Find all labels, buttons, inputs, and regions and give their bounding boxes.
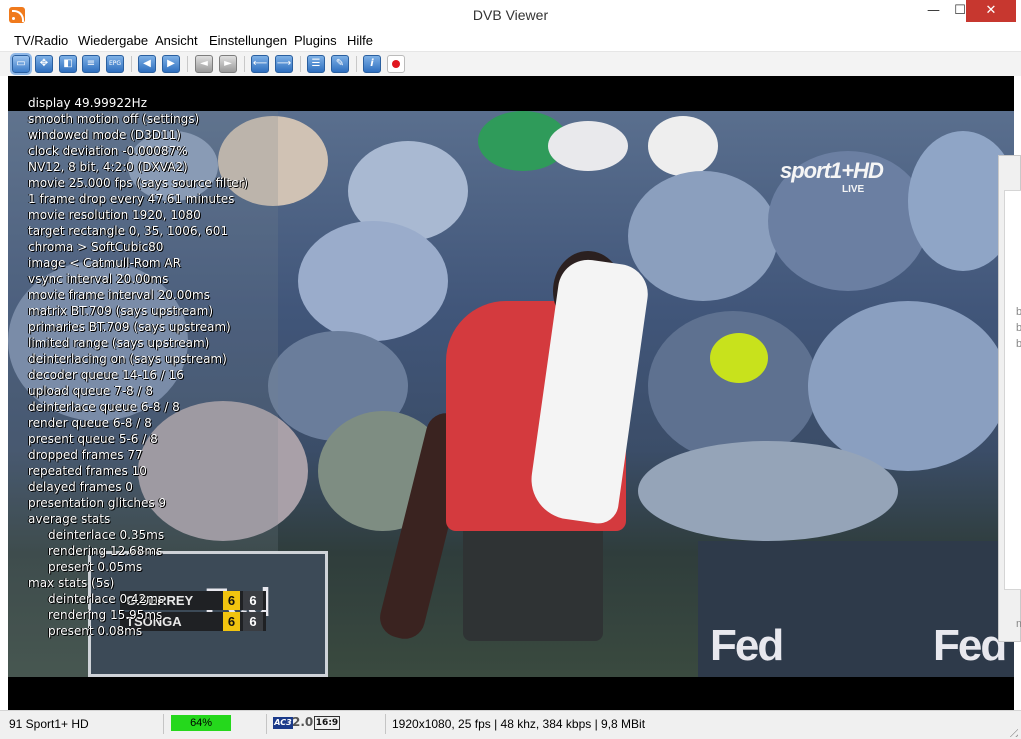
osd-line: rendering 12.68ms bbox=[48, 544, 163, 558]
audio-format-badge: AC3 bbox=[273, 717, 293, 729]
stream-info: 1920x1080, 25 fps | 48 khz, 384 kbps | 9… bbox=[392, 717, 646, 731]
tennis-ball bbox=[710, 333, 768, 383]
osd-line: presentation glitches 9 bbox=[28, 496, 167, 510]
status-divider bbox=[385, 714, 386, 734]
osd-line: windowed mode (D3D11) bbox=[28, 128, 181, 142]
osd-line: deinterlacing on (says upstream) bbox=[28, 352, 227, 366]
dialog-label: m bbox=[1016, 618, 1021, 630]
osd-line: present 0.08ms bbox=[48, 624, 143, 638]
osd-line: delayed frames 0 bbox=[28, 480, 133, 494]
osd-line: chroma > SoftCubic80 bbox=[28, 240, 164, 254]
next-channel-icon[interactable]: ▶ bbox=[162, 55, 180, 73]
osd-line: NV12, 8 bit, 4:2:0 (DXVA2) bbox=[28, 160, 188, 174]
menu-hilfe[interactable]: Hilfe bbox=[347, 33, 373, 48]
audio-channels: 2.0 bbox=[292, 715, 314, 729]
osd-line: dropped frames 77 bbox=[28, 448, 143, 462]
window-title: DVB Viewer bbox=[472, 7, 549, 23]
toolbar-separator bbox=[187, 56, 188, 72]
osd-line: movie frame interval 20.00ms bbox=[28, 288, 210, 302]
menu-einstellungen[interactable]: Einstellungen bbox=[209, 33, 287, 48]
aspect-ratio[interactable]: 16:9 bbox=[314, 716, 340, 730]
osd-line: deinterlace queue 6-8 / 8 bbox=[28, 400, 180, 414]
epg-icon[interactable]: EPG bbox=[106, 55, 124, 73]
osd-line: matrix BT.709 (says upstream) bbox=[28, 304, 214, 318]
info-icon[interactable]: i bbox=[363, 55, 381, 73]
audio-up-icon[interactable]: ► bbox=[219, 55, 237, 73]
options-icon[interactable]: ✎ bbox=[331, 55, 349, 73]
toolbar-separator bbox=[131, 56, 132, 72]
player-shorts bbox=[463, 521, 603, 641]
player-towel bbox=[526, 256, 652, 526]
dialog-label: b bbox=[1016, 322, 1021, 334]
toolbar: ▭ ✥ ◧ ≡ EPG ◀ ▶ ◄ ► ⟵ ⟶ ☰ ✎ i bbox=[0, 51, 1021, 76]
osd-line: deinterlace 0.35ms bbox=[48, 528, 165, 542]
osd-line: movie 25.000 fps (says source filter) bbox=[28, 176, 249, 190]
menu-wiedergabe[interactable]: Wiedergabe bbox=[78, 33, 148, 48]
toolbar-separator bbox=[356, 56, 357, 72]
osd-line: smooth motion off (settings) bbox=[28, 112, 200, 126]
osd-line: rendering 15.95ms bbox=[48, 608, 163, 622]
osd-line: target rectangle 0, 35, 1006, 601 bbox=[28, 224, 228, 238]
menu-bar: TV/Radio Wiedergabe Ansicht Einstellunge… bbox=[0, 31, 1021, 51]
osd-line: clock deviation -0.00087% bbox=[28, 144, 188, 158]
close-button[interactable]: ✕ bbox=[966, 0, 1016, 22]
osd-line: average stats bbox=[28, 512, 111, 526]
dialog-label: b bbox=[1016, 306, 1021, 318]
osd-line: image < Catmull-Rom AR bbox=[28, 256, 181, 270]
toolbar-separator bbox=[244, 56, 245, 72]
menu-plugins[interactable]: Plugins bbox=[294, 33, 337, 48]
osd-line: present queue 5-6 / 8 bbox=[28, 432, 158, 446]
window-mode-icon[interactable]: ▭ bbox=[10, 53, 32, 75]
menu-tv-radio[interactable]: TV/Radio bbox=[14, 33, 68, 48]
osd-line: 1 frame drop every 47.61 minutes bbox=[28, 192, 235, 206]
background-dialog[interactable] bbox=[998, 155, 1021, 642]
osd-icon[interactable]: ≡ bbox=[82, 55, 100, 73]
osd-line: upload queue 7-8 / 8 bbox=[28, 384, 153, 398]
background-dialog-list bbox=[1004, 190, 1021, 590]
resize-grip[interactable] bbox=[1006, 725, 1018, 737]
channel-name: 91 Sport1+ HD bbox=[9, 717, 89, 731]
osd-line: max stats (5s) bbox=[28, 576, 115, 590]
renderer-stats-osd: display 49.99922Hz smooth motion off (set… bbox=[28, 95, 248, 639]
osd-line: movie resolution 1920, 1080 bbox=[28, 208, 201, 222]
forward-icon[interactable]: ⟶ bbox=[275, 55, 293, 73]
signal-strength: 64% bbox=[171, 715, 232, 731]
toolbar-separator bbox=[300, 56, 301, 72]
osd-line: primaries BT.709 (says upstream) bbox=[28, 320, 231, 334]
status-bar: 91 Sport1+ HD 64% AC3 2.0 16:9 1920x1080… bbox=[0, 710, 1021, 739]
osd-line: render queue 6-8 / 8 bbox=[28, 416, 152, 430]
back-icon[interactable]: ⟵ bbox=[251, 55, 269, 73]
title-bar: DVB Viewer — ☐ ✕ bbox=[0, 0, 1021, 31]
osd-line: present 0.05ms bbox=[48, 560, 143, 574]
sponsor-logo-right: Fed bbox=[933, 621, 1007, 670]
status-divider bbox=[163, 714, 164, 734]
osd-line: limited range (says upstream) bbox=[28, 336, 210, 350]
minimize-button[interactable]: — bbox=[920, 0, 947, 22]
osd-line: deinterlace 0.42ms bbox=[48, 592, 165, 606]
sponsor-logo: Fed bbox=[710, 621, 784, 670]
osd-line: vsync interval 20.00ms bbox=[28, 272, 169, 286]
video-area[interactable]: Fed Fed Fed sport1+HD LIVE G.SERREY 6 6 … bbox=[8, 76, 1014, 710]
previous-channel-icon[interactable]: ◀ bbox=[138, 55, 156, 73]
dialog-label: b bbox=[1016, 338, 1021, 350]
record-icon[interactable] bbox=[387, 55, 405, 73]
audio-down-icon[interactable]: ◄ bbox=[195, 55, 213, 73]
channel-live-badge: LIVE bbox=[842, 184, 865, 195]
fullscreen-icon[interactable]: ✥ bbox=[35, 55, 53, 73]
status-divider bbox=[266, 714, 267, 734]
osd-line: repeated frames 10 bbox=[28, 464, 147, 478]
desktop-icon[interactable]: ◧ bbox=[59, 55, 77, 73]
osd-line: display 49.99922Hz bbox=[28, 96, 148, 110]
channel-list-icon[interactable]: ☰ bbox=[307, 55, 325, 73]
osd-line: decoder queue 14-16 / 16 bbox=[28, 368, 184, 382]
menu-ansicht[interactable]: Ansicht bbox=[155, 33, 198, 48]
channel-logo: sport1+HD bbox=[780, 158, 884, 183]
